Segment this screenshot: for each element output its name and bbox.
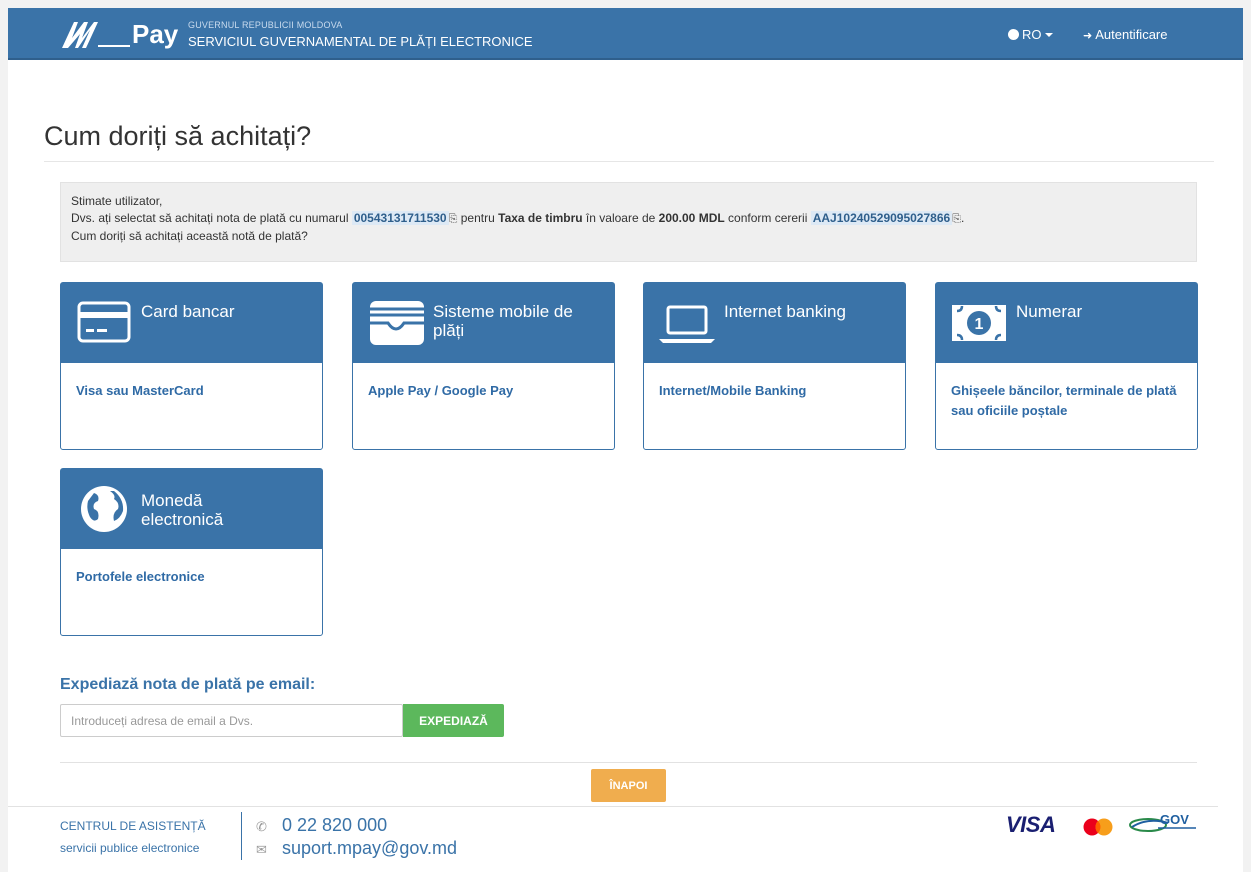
request-id[interactable]: AAJ10240529095027866 bbox=[810, 211, 953, 225]
mastercard-logo bbox=[1083, 818, 1113, 836]
laptop-icon bbox=[659, 305, 715, 343]
mpay-logo[interactable]: Pay bbox=[60, 16, 178, 52]
email-input[interactable] bbox=[60, 704, 403, 737]
method-title: Internet banking bbox=[724, 302, 846, 321]
support-center-title: CENTRUL DE ASISTENȚĂ bbox=[60, 819, 206, 833]
info-text-c: în valoare de bbox=[582, 211, 659, 225]
card-header: Internet banking bbox=[644, 283, 905, 363]
email-address: suport.mpay@gov.md bbox=[282, 838, 458, 858]
method-description: Apple Pay / Google Pay bbox=[368, 383, 514, 398]
divider bbox=[8, 806, 1218, 807]
login-label: Autentificare bbox=[1095, 27, 1168, 42]
envelope-icon: ✉ bbox=[256, 842, 267, 857]
globe-icon bbox=[81, 486, 127, 532]
info-text-a: Dvs. ați selectat să achitați nota de pl… bbox=[71, 211, 352, 225]
method-description: Internet/Mobile Banking bbox=[659, 383, 807, 398]
globe-icon bbox=[1008, 29, 1019, 40]
support-center-subtitle: servicii publice electronice bbox=[60, 841, 200, 855]
back-button[interactable]: ÎNAPOI bbox=[591, 769, 666, 802]
method-title: Sisteme mobile de plăți bbox=[433, 302, 573, 340]
copy-icon[interactable]: ⎘ bbox=[952, 213, 961, 225]
credit-card-icon bbox=[77, 301, 131, 343]
info-box: Stimate utilizator, Dvs. ați selectat să… bbox=[60, 182, 1197, 262]
phone-number: 0 22 820 000 bbox=[282, 815, 388, 835]
amount: 200.00 MDL bbox=[658, 211, 725, 225]
language-selector[interactable]: RO bbox=[1008, 27, 1053, 42]
sign-in-icon: ➜ bbox=[1083, 30, 1093, 42]
caret-down-icon bbox=[1044, 33, 1053, 37]
language-label: RO bbox=[1022, 27, 1042, 42]
payment-method-card[interactable]: Card bancar Visa sau MasterCard bbox=[60, 282, 323, 450]
footer-divider bbox=[241, 812, 242, 860]
gov-subtitle: GUVERNUL REPUBLICII MOLDOVA bbox=[188, 20, 343, 30]
svg-text:1: 1 bbox=[975, 316, 984, 333]
card-header: Sisteme mobile de plăți bbox=[353, 283, 614, 363]
card-header: Card bancar bbox=[61, 283, 322, 363]
page-title: Cum doriți să achitați? bbox=[44, 121, 312, 151]
payment-method-card[interactable]: Monedă electronică Portofele electronice bbox=[60, 468, 323, 636]
login-link[interactable]: ➜ Autentificare bbox=[1083, 27, 1167, 42]
info-details: Dvs. ați selectat să achitați nota de pl… bbox=[71, 211, 965, 225]
email-section-label: Expediază nota de plată pe email: bbox=[60, 676, 316, 693]
method-title: Numerar bbox=[1016, 302, 1083, 321]
support-email[interactable]: ✉ suport.mpay@gov.md bbox=[256, 836, 457, 862]
banknote-icon: 1 bbox=[952, 305, 1006, 341]
wallet-icon bbox=[370, 301, 424, 345]
info-text-b: pentru bbox=[457, 211, 499, 225]
method-description: Portofele electronice bbox=[76, 569, 205, 584]
send-email-button[interactable]: EXPEDIAZĂ bbox=[403, 704, 504, 737]
payment-method-card[interactable]: 1 Numerar Ghișeele băncilor, terminale d… bbox=[935, 282, 1198, 450]
info-text-d: conform cererii bbox=[724, 211, 811, 225]
service-name: Taxa de timbru bbox=[498, 211, 583, 225]
invoice-number[interactable]: 00543131711530 bbox=[351, 211, 449, 225]
header-bar: Pay GUVERNUL REPUBLICII MOLDOVA SERVICIU… bbox=[8, 8, 1243, 60]
gov-logo: GOV bbox=[1129, 812, 1196, 832]
payment-method-card[interactable]: Sisteme mobile de plăți Apple Pay / Goog… bbox=[352, 282, 615, 450]
logo-text: Pay bbox=[132, 19, 178, 49]
method-description: Ghișeele băncilor, terminale de plată sa… bbox=[951, 383, 1177, 418]
payment-method-card[interactable]: Internet banking Internet/Mobile Banking bbox=[643, 282, 906, 450]
divider bbox=[60, 762, 1197, 763]
info-greeting: Stimate utilizator, bbox=[71, 194, 163, 208]
method-description: Visa sau MasterCard bbox=[76, 383, 204, 398]
method-title: Card bancar bbox=[141, 302, 235, 321]
visa-logo: VISA bbox=[1006, 812, 1056, 837]
gov-title: SERVICIUL GUVERNAMENTAL DE PLĂȚI ELECTRO… bbox=[188, 34, 533, 49]
method-title: Monedă electronică bbox=[141, 491, 224, 529]
support-center[interactable]: CENTRUL DE ASISTENȚĂ servicii publice el… bbox=[60, 815, 206, 859]
info-question: Cum doriți să achitați această notă de p… bbox=[71, 229, 308, 243]
title-divider bbox=[44, 161, 1214, 162]
card-header: Monedă electronică bbox=[61, 469, 322, 549]
gov-logo-text: GOV bbox=[1160, 812, 1189, 827]
page: Pay GUVERNUL REPUBLICII MOLDOVA SERVICIU… bbox=[8, 8, 1243, 872]
card-header: 1 Numerar bbox=[936, 283, 1197, 363]
